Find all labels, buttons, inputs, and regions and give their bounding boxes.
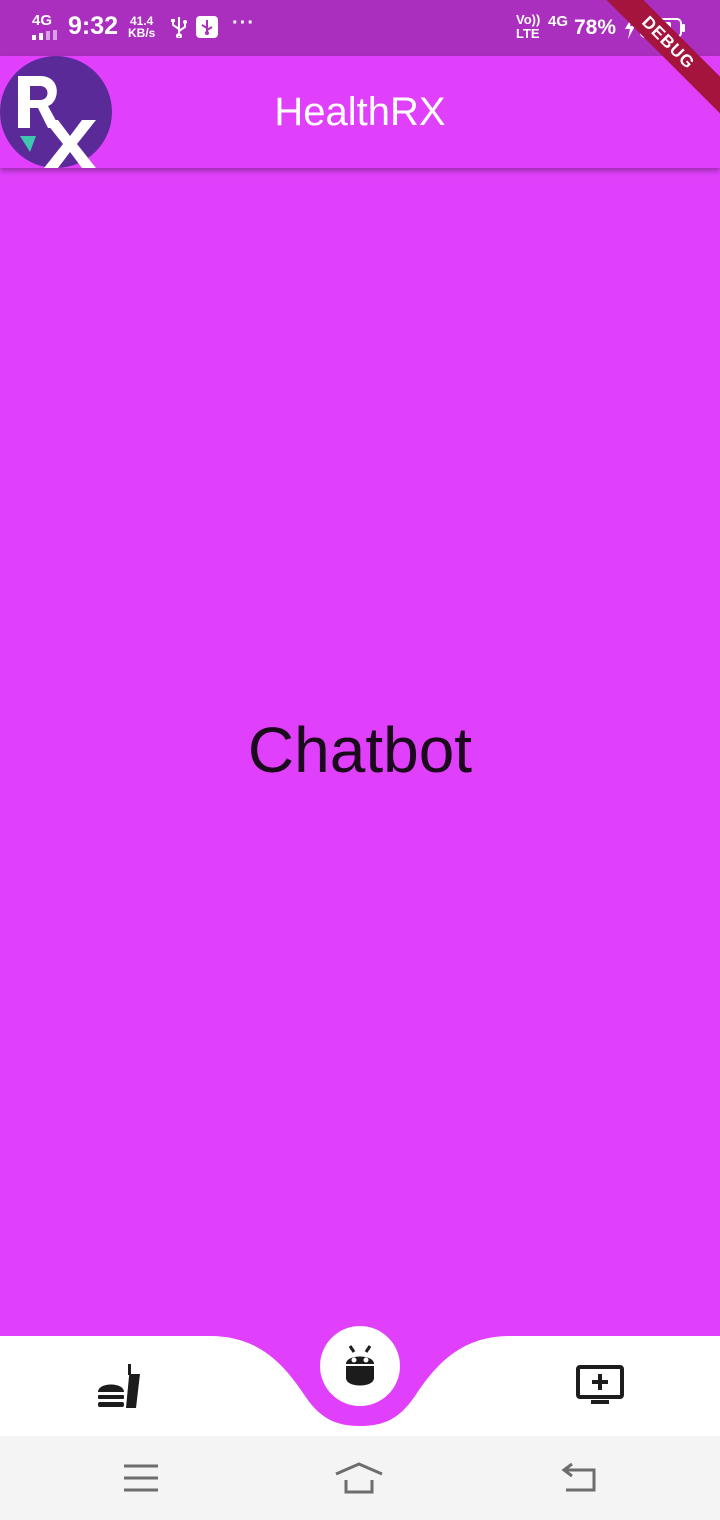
menu-icon[interactable] (116, 1460, 166, 1496)
more-notifications-icon: ··· (232, 12, 255, 34)
add-to-queue-icon[interactable] (575, 1364, 625, 1408)
home-icon[interactable] (334, 1460, 384, 1496)
android-icon (346, 1345, 374, 1386)
signal-bars-icon (32, 30, 57, 40)
network-type-right-label: 4G (548, 13, 569, 30)
battery-percent: 78% (574, 16, 617, 39)
network-speed: 41.4 KB/s (128, 15, 155, 39)
charging-bolt-icon (625, 17, 635, 39)
back-icon[interactable] (554, 1460, 604, 1496)
system-navigation-bar (0, 1436, 720, 1520)
bottom-navigation-bar (0, 1326, 720, 1436)
battery-icon (640, 18, 685, 38)
app-bar: HealthRX (0, 56, 720, 168)
volte-indicator: Vo)) LTE (516, 13, 540, 41)
page-text: Chatbot (247, 714, 473, 786)
clock-time: 9:32 (68, 12, 119, 40)
app-title: HealthRX (274, 90, 446, 134)
volte-top-label: Vo)) (516, 12, 541, 27)
app-screen: 4G 9:32 41.4 KB/s ··· Vo)) LTE 4G 78% He… (0, 0, 720, 1520)
status-bar: 4G 9:32 41.4 KB/s ··· Vo)) LTE 4G 78% (0, 0, 720, 56)
page-body: Chatbot (0, 168, 720, 1336)
network-speed-unit: KB/s (128, 26, 156, 40)
fastfood-icon[interactable] (94, 1362, 144, 1412)
volte-bottom-label: LTE (516, 26, 540, 41)
usb-debugging-icon (196, 16, 218, 38)
network-type-label: 4G (32, 12, 53, 29)
nav-chatbot-button[interactable] (320, 1326, 400, 1406)
usb-icon (171, 17, 187, 38)
